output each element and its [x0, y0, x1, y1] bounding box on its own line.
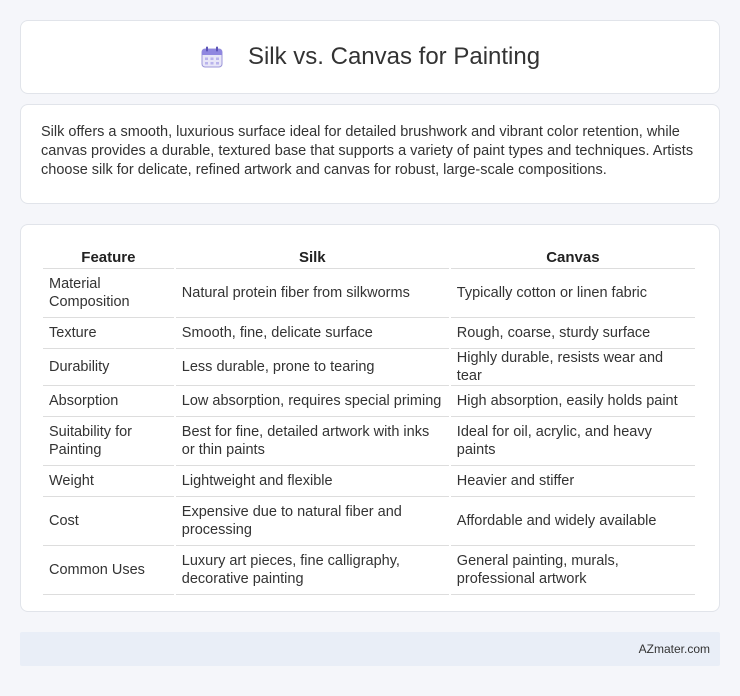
cell-canvas: Rough, coarse, sturdy surface: [450, 318, 695, 349]
footer: AZmater.com: [20, 632, 720, 666]
table-row: Material Composition Natural protein fib…: [43, 269, 695, 318]
footer-site-link[interactable]: AZmater.com: [639, 642, 710, 656]
cell-canvas: Ideal for oil, acrylic, and heavy paints: [450, 417, 695, 466]
table-header-row: Feature Silk Canvas: [43, 247, 695, 269]
header-canvas: Canvas: [450, 247, 695, 269]
cell-canvas: Highly durable, resists wear and tear: [450, 349, 695, 386]
cell-silk: Expensive due to natural fiber and proce…: [175, 497, 449, 546]
table-row: Suitability for Painting Best for fine, …: [43, 417, 695, 466]
cell-silk: Luxury art pieces, fine calligraphy, dec…: [175, 546, 449, 595]
cell-silk: Low absorption, requires special priming: [175, 386, 449, 417]
header-silk: Silk: [175, 247, 449, 269]
cell-canvas: High absorption, easily holds paint: [450, 386, 695, 417]
title-card: Silk vs. Canvas for Painting: [20, 20, 720, 94]
cell-feature: Suitability for Painting: [43, 417, 174, 466]
comparison-table: Feature Silk Canvas Material Composition…: [41, 247, 697, 595]
cell-feature: Cost: [43, 497, 174, 546]
table-row: Texture Smooth, fine, delicate surface R…: [43, 318, 695, 349]
cell-feature: Common Uses: [43, 546, 174, 595]
cell-canvas: Affordable and widely available: [450, 497, 695, 546]
header-feature: Feature: [43, 247, 174, 269]
table-row: Weight Lightweight and flexible Heavier …: [43, 466, 695, 497]
page-title-text: Silk vs. Canvas for Painting: [247, 43, 541, 70]
comparison-card: Feature Silk Canvas Material Composition…: [20, 224, 720, 612]
table-row: Durability Less durable, prone to tearin…: [43, 349, 695, 386]
table-row: Absorption Low absorption, requires spec…: [43, 386, 695, 417]
calendar-icon: [201, 46, 223, 68]
page-title: Silk vs. Canvas for Painting: [200, 43, 540, 71]
cell-canvas: General painting, murals, professional a…: [450, 546, 695, 595]
cell-canvas: Heavier and stiffer: [450, 466, 695, 497]
cell-feature: Material Composition: [43, 269, 174, 318]
intro-paragraph: Silk offers a smooth, luxurious surface …: [41, 124, 694, 178]
cell-feature: Absorption: [43, 386, 174, 417]
table-row: Common Uses Luxury art pieces, fine call…: [43, 546, 695, 595]
cell-feature: Texture: [43, 318, 174, 349]
cell-silk: Best for fine, detailed artwork with ink…: [175, 417, 449, 466]
cell-canvas: Typically cotton or linen fabric: [450, 269, 695, 318]
cell-silk: Natural protein fiber from silkworms: [175, 269, 449, 318]
cell-silk: Less durable, prone to tearing: [175, 349, 449, 386]
intro-card: Silk offers a smooth, luxurious surface …: [20, 104, 720, 204]
cell-feature: Weight: [43, 466, 174, 497]
cell-silk: Lightweight and flexible: [175, 466, 449, 497]
cell-silk: Smooth, fine, delicate surface: [175, 318, 449, 349]
table-row: Cost Expensive due to natural fiber and …: [43, 497, 695, 546]
cell-feature: Durability: [43, 349, 174, 386]
